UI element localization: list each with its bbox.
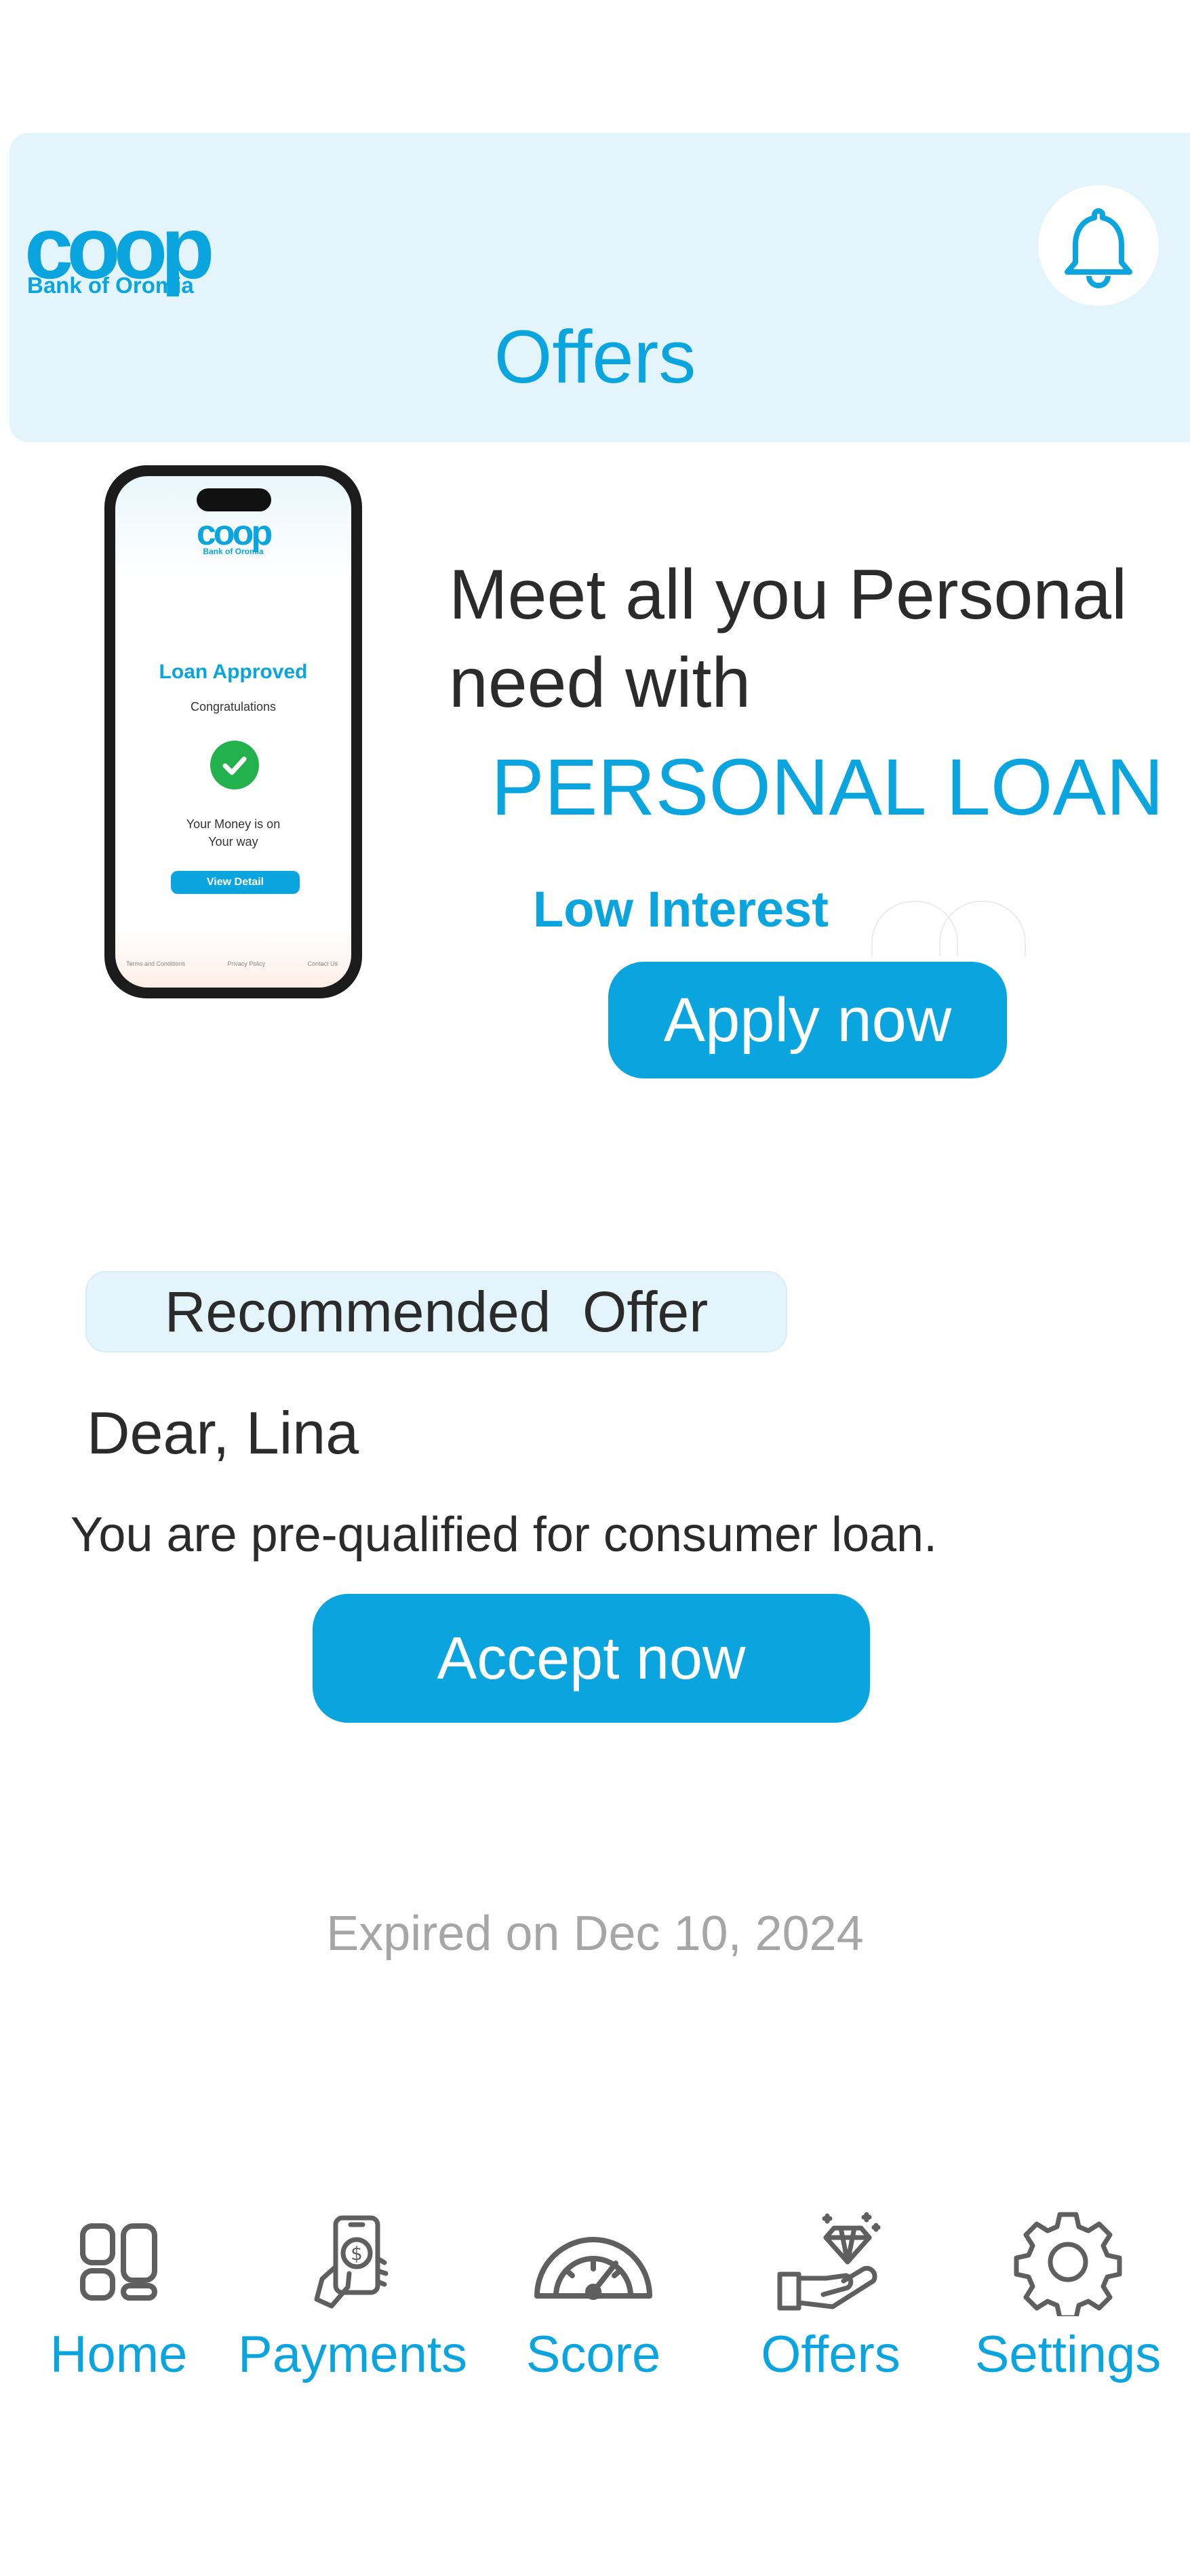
accept-now-button[interactable]: Accept now xyxy=(313,1594,870,1723)
hand-diamond-icon xyxy=(763,2204,898,2320)
promo-low-interest: Low Interest xyxy=(533,881,829,937)
notification-button[interactable] xyxy=(1038,185,1159,306)
phone-screen: coop Bank of Oromia Loan Approved Congra… xyxy=(115,476,351,988)
phone-footer: Terms and Conditions Privacy Policy Cont… xyxy=(126,960,338,967)
logo-subtitle: Bank of Oromia xyxy=(27,273,194,298)
nav-payments[interactable]: $ Payments xyxy=(238,2204,467,2394)
nav-home-label: Home xyxy=(49,2326,188,2383)
nav-settings[interactable]: Settings xyxy=(970,2204,1166,2394)
bell-icon xyxy=(1065,208,1132,288)
phone-view-detail-button: View Detail xyxy=(171,871,300,894)
decorative-arc xyxy=(939,901,1026,956)
page-title: Offers xyxy=(494,315,696,399)
phone-message-line1: Your Money is on xyxy=(186,817,281,831)
promo-line-2: need with xyxy=(449,644,751,722)
phone-loan-approved: Loan Approved xyxy=(159,661,308,683)
greeting: Dear, Lina xyxy=(87,1399,359,1466)
home-grid-icon xyxy=(51,2204,186,2320)
svg-text:$: $ xyxy=(351,2242,363,2265)
phone-logo: coop xyxy=(196,513,273,553)
phone-message: Your Money is on Your way xyxy=(115,815,351,851)
gear-icon xyxy=(1000,2204,1136,2320)
phone-message-line2: Your way xyxy=(208,835,258,848)
apply-now-button[interactable]: Apply now xyxy=(608,962,1007,1078)
nav-payments-label: Payments xyxy=(238,2326,467,2383)
recommended-offer-badge: Recommended Offer xyxy=(85,1271,787,1352)
phone-footer-privacy: Privacy Policy xyxy=(227,960,266,967)
phone-notch xyxy=(197,488,271,511)
phone-footer-contact: Contact Us xyxy=(307,960,338,967)
promo-line-1: Meet all you Personal xyxy=(449,555,1128,634)
promo-personal-loan: PERSONAL LOAN xyxy=(491,743,1164,832)
nav-settings-label: Settings xyxy=(974,2326,1162,2383)
nav-offers[interactable]: Offers xyxy=(739,2204,922,2394)
phone-congratulations: Congratulations xyxy=(190,700,277,714)
nav-score-label: Score xyxy=(525,2326,661,2383)
prequalified-message: You are pre-qualified for consumer loan. xyxy=(71,1508,938,1562)
phone-payment-icon: $ xyxy=(285,2204,420,2320)
nav-score[interactable]: Score xyxy=(502,2204,685,2394)
gauge-icon xyxy=(525,2204,661,2320)
offer-expiry: Expired on Dec 10, 2024 xyxy=(326,1907,864,1961)
phone-mockup-image: coop Bank of Oromia Loan Approved Congra… xyxy=(104,465,362,998)
phone-footer-terms: Terms and Conditions xyxy=(126,960,186,967)
nav-home[interactable]: Home xyxy=(31,2204,207,2394)
phone-logo-subtitle: Bank of Oromia xyxy=(203,547,264,556)
check-circle-icon xyxy=(210,741,259,789)
nav-offers-label: Offers xyxy=(761,2326,900,2383)
